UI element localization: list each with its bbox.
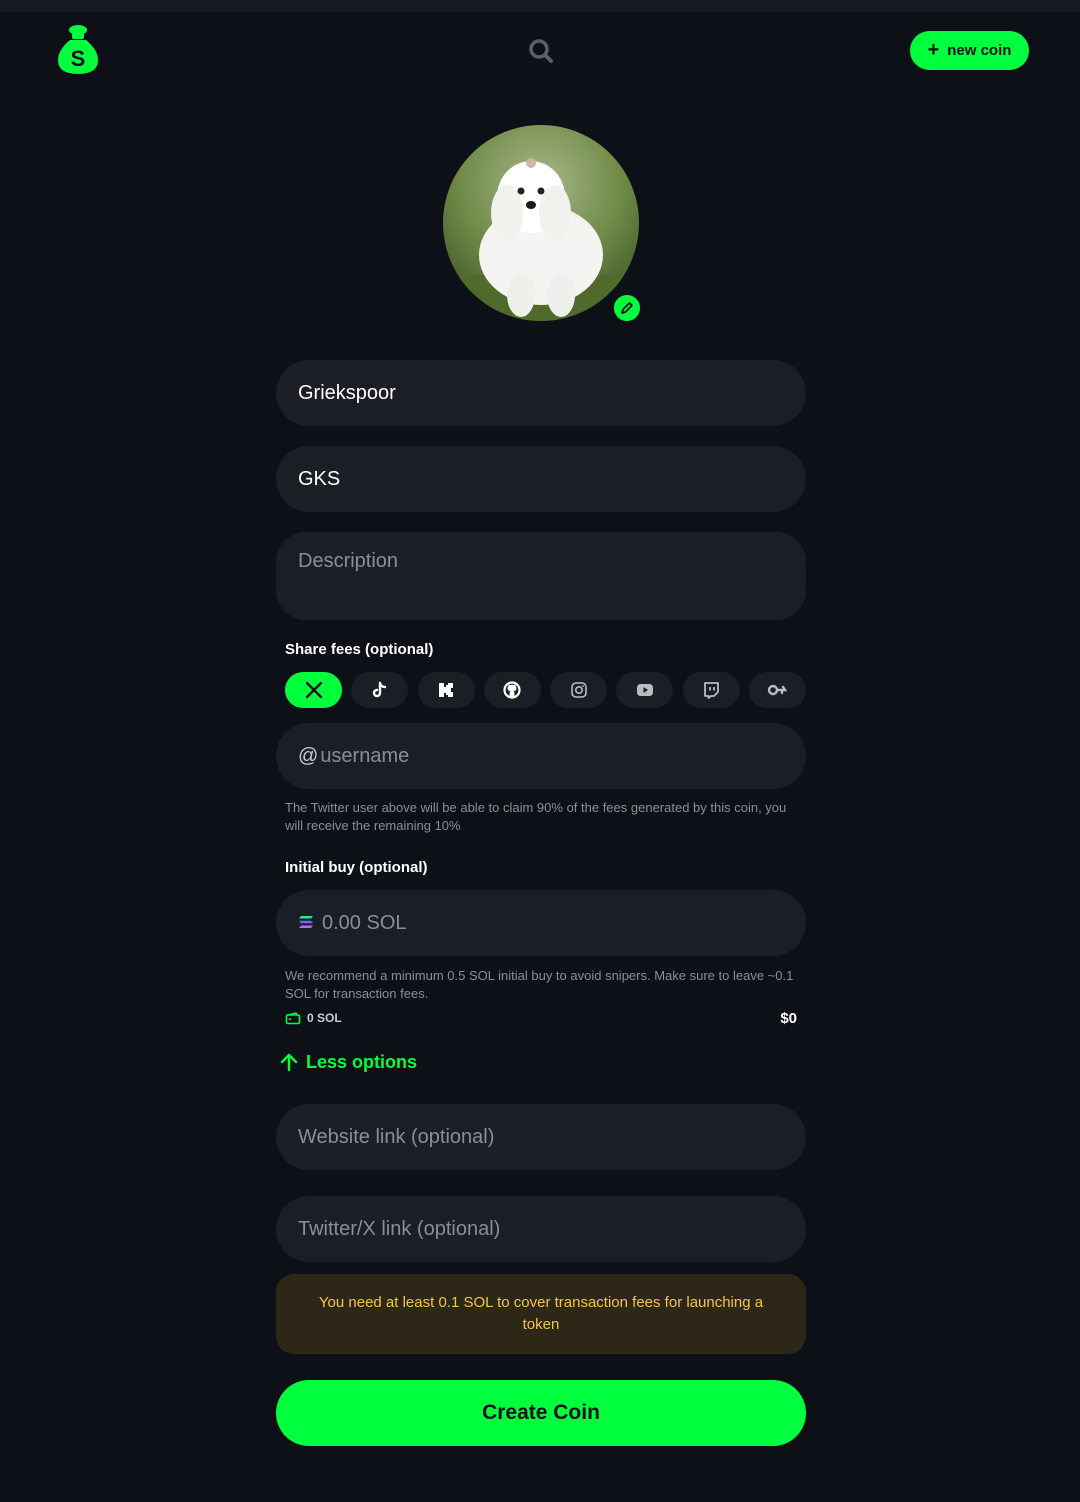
ticker-value: GKS bbox=[298, 467, 341, 490]
create-coin-button[interactable]: Create Coin bbox=[276, 1380, 806, 1446]
arrow-up-icon bbox=[280, 1053, 298, 1072]
twitter-placeholder: Twitter/X link (optional) bbox=[298, 1217, 501, 1240]
money-bag-icon[interactable]: S bbox=[56, 24, 100, 76]
key-icon[interactable] bbox=[748, 672, 806, 708]
wallet-icon bbox=[285, 1011, 301, 1024]
less-options-toggle[interactable]: Less options bbox=[278, 1051, 417, 1073]
kick-icon[interactable] bbox=[417, 672, 475, 708]
share-fees-label: Share fees (optional) bbox=[285, 641, 434, 658]
website-link-input[interactable]: Website link (optional) bbox=[276, 1104, 806, 1170]
solana-icon bbox=[298, 912, 314, 935]
coin-image-upload[interactable] bbox=[443, 125, 639, 321]
pencil-icon[interactable] bbox=[612, 293, 642, 323]
name-input[interactable]: Griekspoor bbox=[276, 360, 806, 426]
coin-image bbox=[443, 125, 639, 321]
wallet-balance: 0 SOL bbox=[285, 1011, 342, 1025]
insufficient-sol-warning: You need at least 0.1 SOL to cover trans… bbox=[276, 1274, 806, 1354]
twitter-link-input[interactable]: Twitter/X link (optional) bbox=[276, 1196, 806, 1262]
social-platform-selector bbox=[285, 672, 806, 708]
new-coin-button[interactable]: + new coin bbox=[910, 31, 1029, 70]
plus-icon: + bbox=[927, 38, 940, 61]
at-prefix: @ bbox=[298, 744, 319, 767]
share-fees-help: The Twitter user above will be able to c… bbox=[285, 800, 787, 833]
svg-text:S: S bbox=[71, 46, 86, 71]
username-placeholder: username bbox=[320, 744, 410, 767]
youtube-icon[interactable] bbox=[616, 672, 674, 708]
description-textarea[interactable]: Description bbox=[276, 532, 806, 620]
website-placeholder: Website link (optional) bbox=[298, 1125, 495, 1148]
top-strip bbox=[0, 0, 1080, 12]
twitch-icon[interactable] bbox=[682, 672, 740, 708]
less-options-label: Less options bbox=[306, 1051, 418, 1072]
warning-text: You need at least 0.1 SOL to cover trans… bbox=[318, 1294, 764, 1333]
new-coin-label: new coin bbox=[947, 42, 1012, 59]
tiktok-icon[interactable] bbox=[351, 672, 409, 708]
initial-buy-label: Initial buy (optional) bbox=[285, 859, 428, 876]
description-placeholder: Description bbox=[298, 550, 399, 572]
github-icon[interactable] bbox=[483, 672, 541, 708]
initial-buy-input[interactable]: 0.00 SOL bbox=[276, 890, 806, 956]
search-icon[interactable] bbox=[526, 36, 556, 66]
x-icon[interactable] bbox=[285, 672, 342, 708]
username-input[interactable]: @ username bbox=[276, 723, 806, 789]
ticker-input[interactable]: GKS bbox=[276, 446, 806, 512]
wallet-balance-value: 0 SOL bbox=[307, 1011, 342, 1025]
create-coin-label: Create Coin bbox=[482, 1401, 600, 1424]
name-value: Griekspoor bbox=[298, 381, 396, 404]
instagram-icon[interactable] bbox=[550, 672, 608, 708]
usd-value: $0 bbox=[780, 1010, 797, 1027]
initial-buy-placeholder: 0.00 SOL bbox=[322, 911, 407, 934]
header: S + new coin bbox=[0, 12, 1080, 92]
initial-buy-help: We recommend a minimum 0.5 SOL initial b… bbox=[285, 968, 794, 1001]
